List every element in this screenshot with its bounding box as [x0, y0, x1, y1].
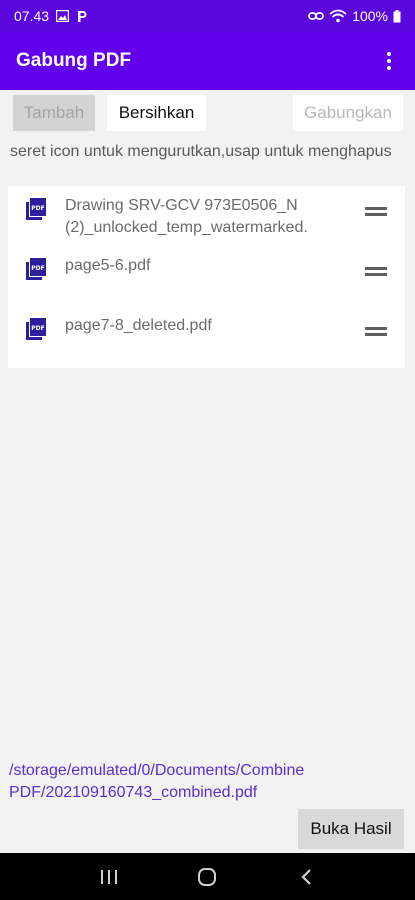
file-name: page7-8_deleted.pdf — [65, 317, 212, 334]
battery-percentage: 100% — [352, 8, 388, 24]
svg-text:PDF: PDF — [31, 265, 44, 272]
file-list: PDF Drawing SRV-GCV 973E0506_N (2)_unloc… — [8, 186, 405, 368]
instruction-hint: seret icon untuk mengurutkan,usap untuk … — [10, 143, 392, 160]
home-icon[interactable] — [187, 857, 227, 897]
svg-text:PDF: PDF — [31, 205, 44, 212]
pdf-icon: PDF — [26, 198, 46, 220]
link-icon — [308, 11, 325, 21]
app-title: Gabung PDF — [16, 50, 132, 71]
more-vert-icon[interactable] — [379, 46, 399, 76]
recents-icon[interactable] — [89, 857, 129, 897]
drag-handle-icon[interactable] — [365, 267, 387, 277]
gabungkan-button[interactable]: Gabungkan — [293, 95, 403, 131]
result-path-link[interactable]: /storage/emulated/0/Documents/Combine PD… — [9, 760, 389, 804]
drag-handle-icon[interactable] — [365, 327, 387, 337]
tambah-button[interactable]: Tambah — [13, 95, 95, 131]
drag-handle-icon[interactable] — [365, 207, 387, 217]
navigation-bar — [0, 853, 415, 900]
bersihkan-button[interactable]: Bersihkan — [107, 95, 206, 131]
image-icon — [56, 10, 70, 22]
battery-icon — [393, 9, 401, 23]
file-name: Drawing SRV-GCV 973E0506_N (2)_unlocked_… — [65, 197, 308, 236]
back-icon[interactable] — [286, 857, 326, 897]
app-bar: Gabung PDF — [0, 32, 415, 90]
file-name: page5-6.pdf — [65, 257, 151, 274]
list-item[interactable]: PDF page5-6.pdf — [8, 246, 405, 306]
status-time: 07.43 — [14, 8, 50, 24]
status-bar: 07.43 100% — [0, 0, 415, 32]
open-result-button[interactable]: Buka Hasil — [298, 809, 404, 849]
list-item[interactable]: PDF page7-8_deleted.pdf — [8, 306, 405, 366]
list-item[interactable]: PDF Drawing SRV-GCV 973E0506_N (2)_unloc… — [8, 186, 405, 246]
svg-text:PDF: PDF — [31, 325, 44, 332]
parking-icon — [76, 10, 88, 23]
wifi-icon — [329, 9, 347, 23]
pdf-icon: PDF — [26, 318, 46, 340]
pdf-icon: PDF — [26, 258, 46, 280]
